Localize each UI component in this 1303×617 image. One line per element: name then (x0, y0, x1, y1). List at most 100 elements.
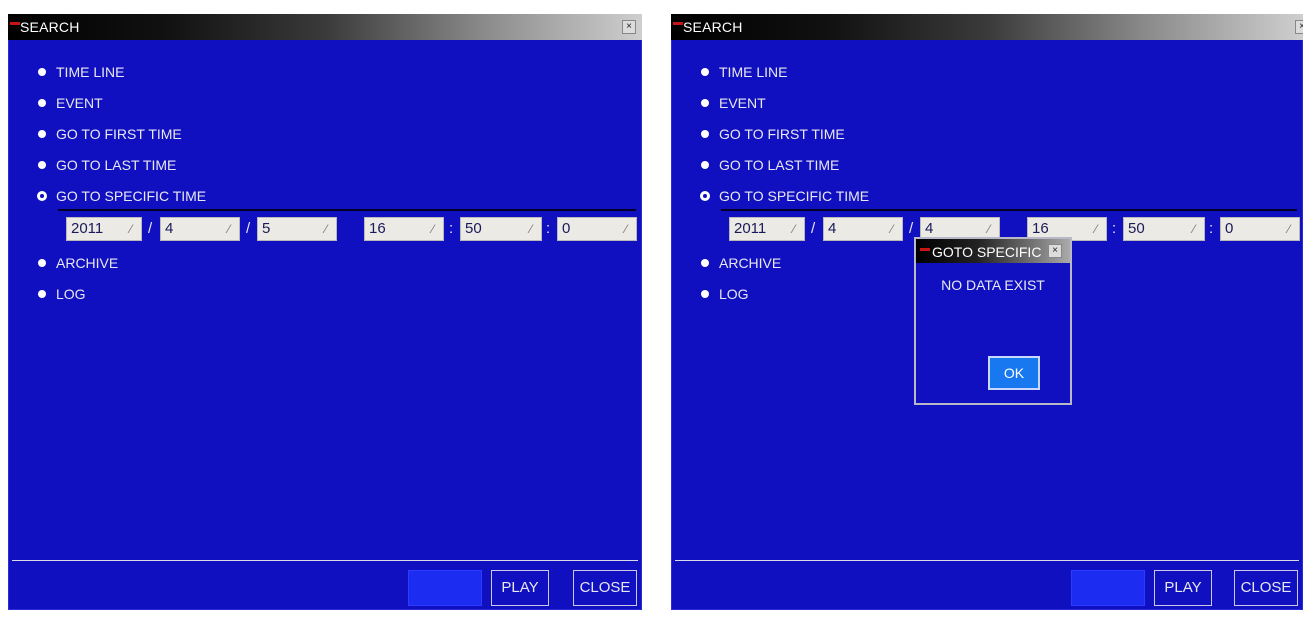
divider (58, 209, 636, 211)
menu-go-to-last-time[interactable]: GO TO LAST TIME (701, 154, 839, 176)
menu-event[interactable]: EVENT (701, 92, 766, 114)
dialog-message: NO DATA EXIST (941, 277, 1045, 293)
spin-icon[interactable]: ⁄ (621, 222, 631, 236)
title-accent (920, 248, 930, 251)
menu-label: GO TO SPECIFIC TIME (719, 188, 870, 204)
second-value: 0 (562, 220, 571, 237)
day-value: 4 (925, 220, 934, 237)
window-title: SEARCH (683, 19, 743, 35)
month-field[interactable]: 4 ⁄ (160, 217, 240, 241)
close-icon[interactable]: × (1295, 20, 1303, 34)
second-value: 0 (1225, 220, 1234, 237)
dialog-title-bar[interactable]: GOTO SPECIFIC TIME × (916, 239, 1070, 263)
menu-label: GO TO SPECIFIC TIME (56, 188, 207, 204)
spin-icon[interactable]: ⁄ (321, 222, 331, 236)
menu-go-to-first-time[interactable]: GO TO FIRST TIME (701, 123, 845, 145)
menu-log[interactable]: LOG (701, 283, 749, 305)
menu-label: LOG (719, 286, 749, 302)
month-value: 4 (165, 220, 174, 237)
menu-archive[interactable]: ARCHIVE (701, 252, 781, 274)
menu-label: ARCHIVE (719, 255, 782, 271)
spin-icon[interactable]: ⁄ (1189, 222, 1199, 236)
menu-label: TIME LINE (719, 64, 788, 80)
spin-icon[interactable]: ⁄ (126, 222, 136, 236)
spin-icon[interactable]: ⁄ (789, 222, 799, 236)
spin-icon[interactable]: ⁄ (1284, 222, 1294, 236)
menu-label: GO TO LAST TIME (719, 157, 840, 173)
menu-time-line[interactable]: TIME LINE (38, 61, 124, 83)
time-separator: : (1112, 220, 1117, 237)
menu-label: EVENT (56, 95, 103, 111)
spin-icon[interactable]: ⁄ (224, 222, 234, 236)
spin-icon[interactable]: ⁄ (1091, 222, 1101, 236)
menu-label: LOG (56, 286, 86, 302)
hour-value: 16 (369, 220, 386, 237)
month-field[interactable]: 4 ⁄ (823, 217, 903, 241)
close-button[interactable]: CLOSE (1234, 570, 1298, 606)
menu-archive[interactable]: ARCHIVE (38, 252, 118, 274)
menu-go-to-last-time[interactable]: GO TO LAST TIME (38, 154, 176, 176)
search-window-right: SEARCH × TIME LINE EVENT GO TO FIRST TIM… (671, 14, 1303, 610)
menu-label: ARCHIVE (56, 255, 119, 271)
title-accent (673, 22, 683, 25)
bullet-icon (38, 99, 46, 107)
close-button[interactable]: CLOSE (573, 570, 637, 606)
second-field[interactable]: 0 ⁄ (1220, 217, 1300, 241)
blank-button[interactable] (1071, 570, 1145, 606)
bullet-icon (701, 130, 709, 138)
bullet-icon (38, 68, 46, 76)
radio-selected-icon (701, 192, 709, 200)
dialog-close-icon[interactable]: × (1048, 244, 1062, 258)
menu-go-to-specific-time[interactable]: GO TO SPECIFIC TIME (38, 185, 206, 207)
day-field[interactable]: 5 ⁄ (257, 217, 337, 241)
menu-go-to-specific-time[interactable]: GO TO SPECIFIC TIME (701, 185, 869, 207)
divider (721, 209, 1297, 211)
play-button[interactable]: PLAY (491, 570, 549, 606)
hour-value: 16 (1032, 220, 1049, 237)
year-value: 2011 (734, 220, 767, 237)
time-separator: : (546, 220, 551, 237)
footer-divider (675, 560, 1299, 561)
menu-log[interactable]: LOG (38, 283, 86, 305)
hour-field[interactable]: 16 ⁄ (364, 217, 444, 241)
day-value: 5 (262, 220, 271, 237)
title-bar[interactable]: SEARCH × (8, 14, 642, 40)
menu-time-line[interactable]: TIME LINE (701, 61, 787, 83)
spin-icon[interactable]: ⁄ (428, 222, 438, 236)
menu-label: TIME LINE (56, 64, 125, 80)
minute-value: 50 (465, 220, 482, 237)
bullet-icon (701, 68, 709, 76)
time-separator: : (449, 220, 454, 237)
blank-button[interactable] (408, 570, 482, 606)
ok-button[interactable]: OK (988, 356, 1040, 390)
bullet-icon (38, 259, 46, 267)
spin-icon[interactable]: ⁄ (526, 222, 536, 236)
year-field[interactable]: 2011 ⁄ (729, 217, 805, 241)
spin-icon[interactable]: ⁄ (984, 222, 994, 236)
year-field[interactable]: 2011 ⁄ (66, 217, 142, 241)
menu-event[interactable]: EVENT (38, 92, 103, 114)
search-window-left: SEARCH × TIME LINE EVENT GO TO FIRST TIM… (8, 14, 642, 610)
menu-label: EVENT (719, 95, 766, 111)
year-value: 2011 (71, 220, 104, 237)
bullet-icon (701, 99, 709, 107)
bullet-icon (701, 290, 709, 298)
close-icon[interactable]: × (622, 20, 636, 34)
menu-go-to-first-time[interactable]: GO TO FIRST TIME (38, 123, 182, 145)
spin-icon[interactable]: ⁄ (887, 222, 897, 236)
title-bar[interactable]: SEARCH × (671, 14, 1303, 40)
date-separator: / (246, 220, 251, 237)
bullet-icon (38, 130, 46, 138)
second-field[interactable]: 0 ⁄ (557, 217, 637, 241)
month-value: 4 (828, 220, 837, 237)
minute-field[interactable]: 50 ⁄ (1123, 217, 1205, 241)
bullet-icon (701, 259, 709, 267)
menu-label: GO TO LAST TIME (56, 157, 177, 173)
minute-field[interactable]: 50 ⁄ (460, 217, 542, 241)
minute-value: 50 (1128, 220, 1145, 237)
bullet-icon (38, 290, 46, 298)
radio-selected-icon (38, 192, 46, 200)
title-accent (10, 22, 20, 25)
dialog-title: GOTO SPECIFIC TIME (932, 244, 1044, 260)
play-button[interactable]: PLAY (1154, 570, 1212, 606)
